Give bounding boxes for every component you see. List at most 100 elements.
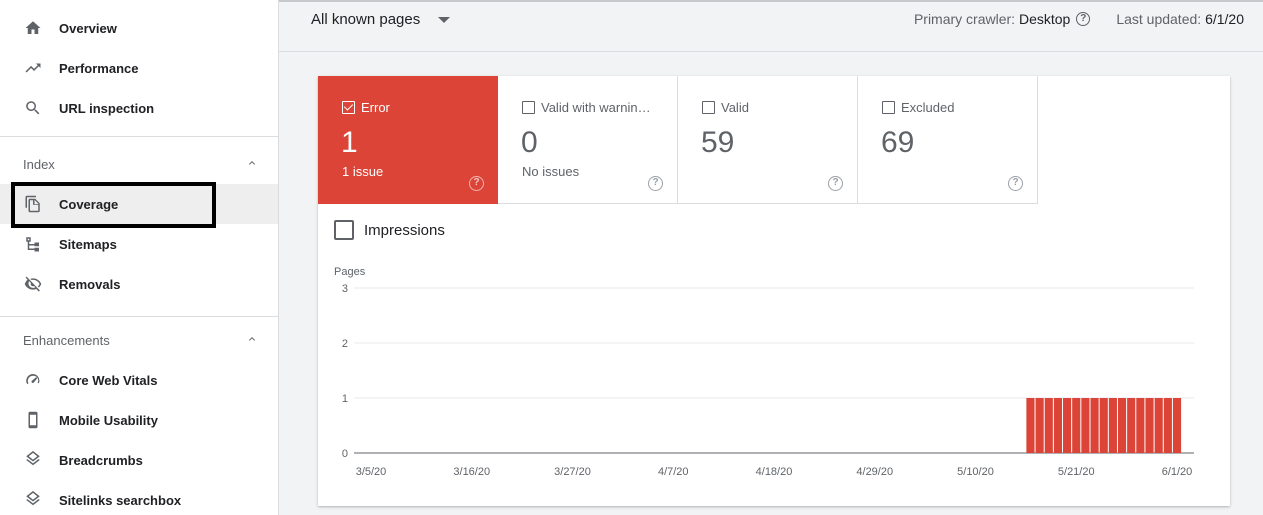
bar — [1163, 398, 1172, 453]
crawler-value: Desktop — [1018, 11, 1071, 27]
eye-off-icon — [23, 274, 43, 294]
help-icon[interactable]: ? — [1076, 12, 1091, 26]
tile-sub: No issues — [522, 164, 580, 179]
tile-header: Valid — [702, 100, 749, 115]
coverage-icon — [23, 194, 43, 214]
tile-value: 1 — [341, 126, 358, 159]
updated-label: Last updated: — [1116, 11, 1202, 27]
section-title: Enhancements — [23, 332, 110, 348]
help-icon[interactable]: ? — [1008, 176, 1023, 191]
tile-label: Valid — [721, 100, 749, 115]
sidebar: Overview Performance URL inspection Inde… — [0, 0, 279, 515]
layers-icon — [23, 450, 43, 470]
section-header-index[interactable]: Index — [0, 144, 278, 184]
checkbox[interactable] — [702, 101, 715, 114]
sidebar-item-label: Coverage — [59, 196, 119, 212]
sidebar-item-label: URL inspection — [59, 100, 155, 116]
checkbox[interactable] — [882, 101, 895, 114]
sidebar-item-sitemaps[interactable]: Sitemaps — [0, 224, 278, 264]
chevron-up-icon — [246, 333, 258, 348]
pages-filter-dropdown[interactable]: All known pages — [311, 11, 451, 28]
caret-down-icon — [438, 16, 451, 23]
impressions-label: Impressions — [364, 221, 445, 239]
y-axis-label: Pages — [334, 266, 366, 278]
sidebar-item-label: Sitemaps — [59, 236, 117, 252]
sidebar-item-removals[interactable]: Removals — [0, 264, 278, 304]
gauge-icon — [23, 370, 43, 390]
sidebar-item-breadcrumbs[interactable]: Breadcrumbs — [0, 440, 278, 480]
crawler-info: Primary crawler: Desktop ? Last updated:… — [914, 11, 1244, 27]
y-tick-label: 0 — [342, 448, 348, 460]
filter-label: All known pages — [311, 11, 421, 28]
sidebar-item-overview[interactable]: Overview — [0, 8, 278, 48]
help-icon[interactable]: ? — [828, 176, 843, 191]
x-tick-label: 3/5/20 — [356, 466, 387, 478]
coverage-card: Error 1 1 issue ? Valid with warnin… 0 N… — [318, 76, 1230, 506]
sidebar-item-label: Sitelinks searchbox — [59, 492, 182, 508]
bar — [1044, 398, 1053, 453]
bar — [1136, 398, 1145, 453]
sidebar-item-url-inspection[interactable]: URL inspection — [0, 88, 278, 128]
y-tick-label: 3 — [342, 283, 348, 295]
tile-header: Valid with warnin… — [522, 100, 651, 115]
tile-label: Valid with warnin… — [541, 100, 651, 115]
x-tick-label: 3/16/20 — [453, 466, 490, 478]
home-icon — [23, 18, 43, 38]
x-tick-label: 6/1/20 — [1162, 466, 1193, 478]
crawler-label: Primary crawler: — [913, 11, 1016, 27]
checkbox[interactable] — [522, 101, 535, 114]
tile-value: 0 — [521, 126, 538, 159]
tile-excluded[interactable]: Excluded 69 ? — [858, 76, 1038, 204]
bar — [1072, 398, 1081, 453]
tile-header: Error — [342, 100, 390, 115]
layers-icon — [23, 490, 43, 510]
checkbox[interactable] — [334, 220, 354, 240]
tile-value: 69 — [881, 126, 915, 159]
x-tick-label: 4/18/20 — [756, 466, 793, 478]
y-tick-label: 2 — [342, 338, 348, 350]
bar — [1127, 398, 1136, 453]
sidebar-item-label: Overview — [59, 20, 117, 36]
sidebar-item-mobile-usability[interactable]: Mobile Usability — [0, 400, 278, 440]
updated-value: 6/1/20 — [1205, 11, 1244, 27]
impressions-toggle[interactable]: Impressions — [334, 220, 445, 240]
bar — [1099, 398, 1108, 453]
checkbox-checked[interactable] — [342, 101, 355, 114]
sitemap-icon — [23, 234, 43, 254]
trending-up-icon — [23, 58, 43, 78]
tile-valid-with-warnings[interactable]: Valid with warnin… 0 No issues ? — [498, 76, 678, 204]
y-tick-label: 1 — [342, 393, 348, 405]
divider — [0, 136, 278, 137]
sidebar-item-label: Mobile Usability — [59, 412, 158, 428]
divider — [0, 316, 278, 317]
sidebar-item-sitelinks-searchbox[interactable]: Sitelinks searchbox — [0, 480, 278, 515]
topbar-shadow — [279, 0, 1263, 2]
bar — [1172, 398, 1182, 453]
x-tick-label: 5/10/20 — [957, 466, 994, 478]
x-tick-label: 5/21/20 — [1058, 466, 1095, 478]
sidebar-item-label: Breadcrumbs — [59, 452, 143, 468]
x-tick-label: 3/27/20 — [554, 466, 591, 478]
sidebar-item-core-web-vitals[interactable]: Core Web Vitals — [0, 360, 278, 400]
tile-label: Excluded — [901, 100, 955, 115]
tile-error[interactable]: Error 1 1 issue ? — [318, 76, 498, 204]
search-icon — [23, 98, 43, 118]
chevron-up-icon — [246, 157, 258, 172]
tile-valid[interactable]: Valid 59 ? — [678, 76, 858, 204]
sidebar-item-performance[interactable]: Performance — [0, 48, 278, 88]
help-icon[interactable]: ? — [469, 176, 484, 191]
sidebar-item-coverage[interactable]: Coverage — [0, 184, 278, 224]
tile-value: 59 — [701, 126, 735, 159]
tile-header: Excluded — [882, 100, 954, 115]
help-icon[interactable]: ? — [648, 176, 663, 191]
phone-icon — [23, 410, 43, 430]
bar — [1035, 398, 1044, 453]
bar — [1026, 398, 1035, 453]
bar — [1081, 398, 1090, 453]
x-tick-label: 4/29/20 — [856, 466, 893, 478]
sidebar-item-label: Core Web Vitals — [59, 372, 158, 388]
section-header-enhancements[interactable]: Enhancements — [0, 320, 278, 360]
coverage-chart: Pages 0 1 2 3 3/5/20 3/16/20 3/27/20 4/7/20 4/18/… — [334, 266, 1194, 478]
bar — [1117, 398, 1127, 453]
bar — [1108, 398, 1117, 453]
